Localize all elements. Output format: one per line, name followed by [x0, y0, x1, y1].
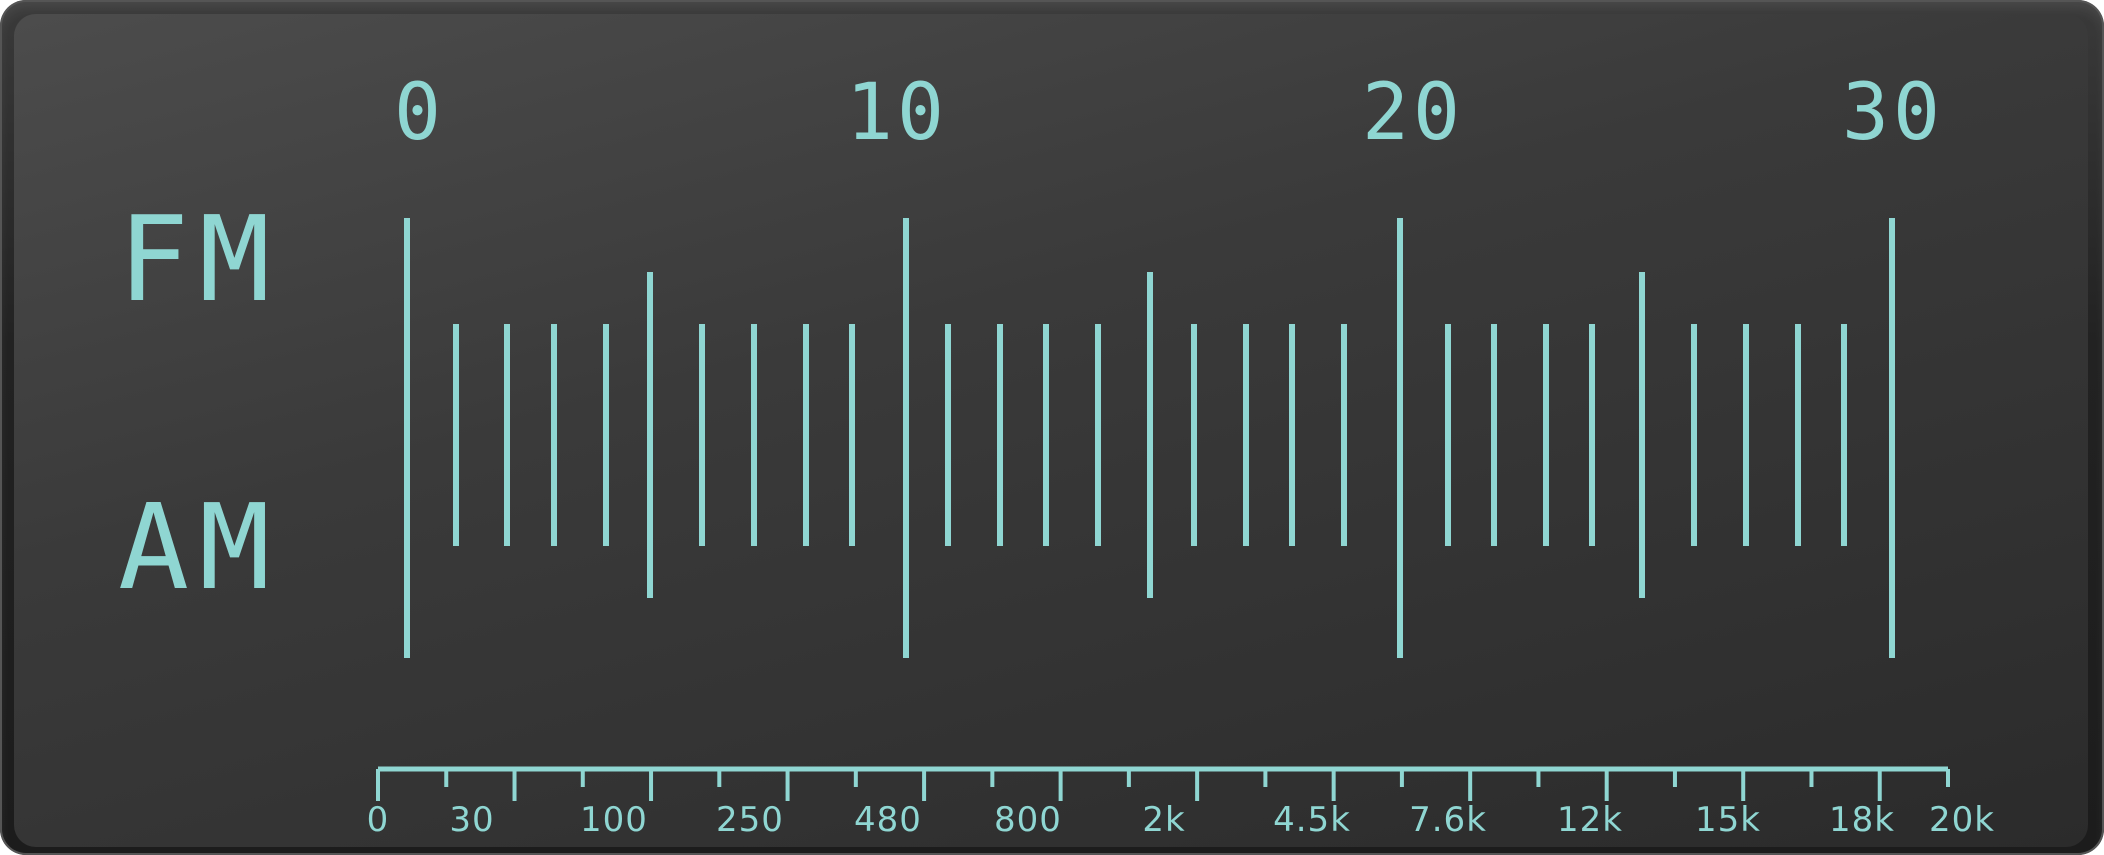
frequency-label: 250	[716, 800, 784, 840]
frequency-label: 0	[366, 800, 390, 840]
frequency-label: 20k	[1929, 800, 1995, 840]
frequency-label: 100	[580, 800, 648, 840]
frequency-label: 12k	[1557, 800, 1623, 840]
frequency-label: 4.5k	[1273, 800, 1351, 840]
frequency-label: 2k	[1142, 800, 1186, 840]
frequency-label: 18k	[1829, 800, 1895, 840]
frequency-label: 15k	[1695, 800, 1761, 840]
frequency-label: 7.6k	[1409, 800, 1487, 840]
frequency-label: 800	[994, 800, 1062, 840]
dial-tick-marks	[376, 218, 1950, 801]
frequency-label: 30	[449, 800, 495, 840]
frequency-label: 480	[854, 800, 922, 840]
